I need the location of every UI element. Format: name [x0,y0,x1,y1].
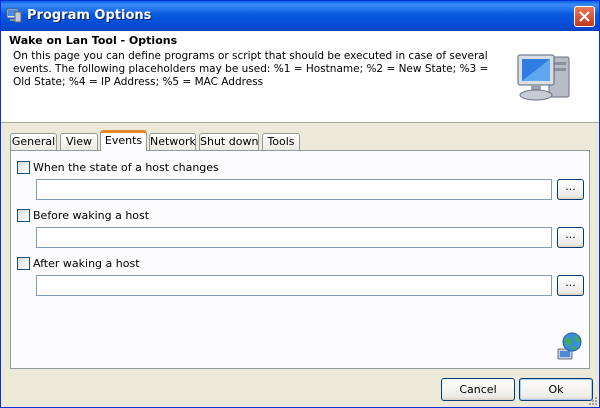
before-wake-label[interactable]: Before waking a host [33,209,149,222]
app-window-icon [6,7,22,23]
before-wake-program-input[interactable] [36,227,552,248]
tab-shut-down[interactable]: Shut down [199,133,259,150]
header-description: On this page you can define programs or … [13,50,489,88]
state-change-browse-button[interactable]: ... [557,179,584,200]
globe-network-icon [556,331,584,361]
tab-view[interactable]: View [60,133,98,150]
window-title: Program Options [27,8,152,23]
after-wake-program-input[interactable] [36,275,552,296]
ok-button[interactable]: Ok [519,378,593,401]
options-header: Wake on Lan Tool - Options On this page … [1,31,599,123]
program-options-window: Program Options Wake on Lan Tool - Optio… [0,0,600,408]
before-wake-browse-button[interactable]: ... [557,227,584,248]
cancel-button[interactable]: Cancel [441,378,515,401]
tab-tools[interactable]: Tools [262,133,300,150]
state-change-label[interactable]: When the state of a host changes [33,161,219,174]
computer-monitor-icon [515,45,573,107]
before-wake-checkbox[interactable] [17,209,30,222]
tab-general[interactable]: General [10,133,57,150]
after-wake-browse-button[interactable]: ... [557,275,584,296]
state-change-checkbox[interactable] [17,161,30,174]
tab-events[interactable]: Events [100,130,147,151]
title-bar[interactable]: Program Options [1,1,599,31]
header-title: Wake on Lan Tool - Options [9,34,178,47]
state-change-program-input[interactable] [36,179,552,200]
resize-grip-icon[interactable] [587,395,598,406]
close-button[interactable] [574,6,595,27]
events-panel: When the state of a host changes ... Bef… [10,150,590,369]
after-wake-checkbox[interactable] [17,257,30,270]
close-icon [579,11,590,22]
after-wake-label[interactable]: After waking a host [33,257,140,270]
tab-network[interactable]: Network [149,133,196,150]
